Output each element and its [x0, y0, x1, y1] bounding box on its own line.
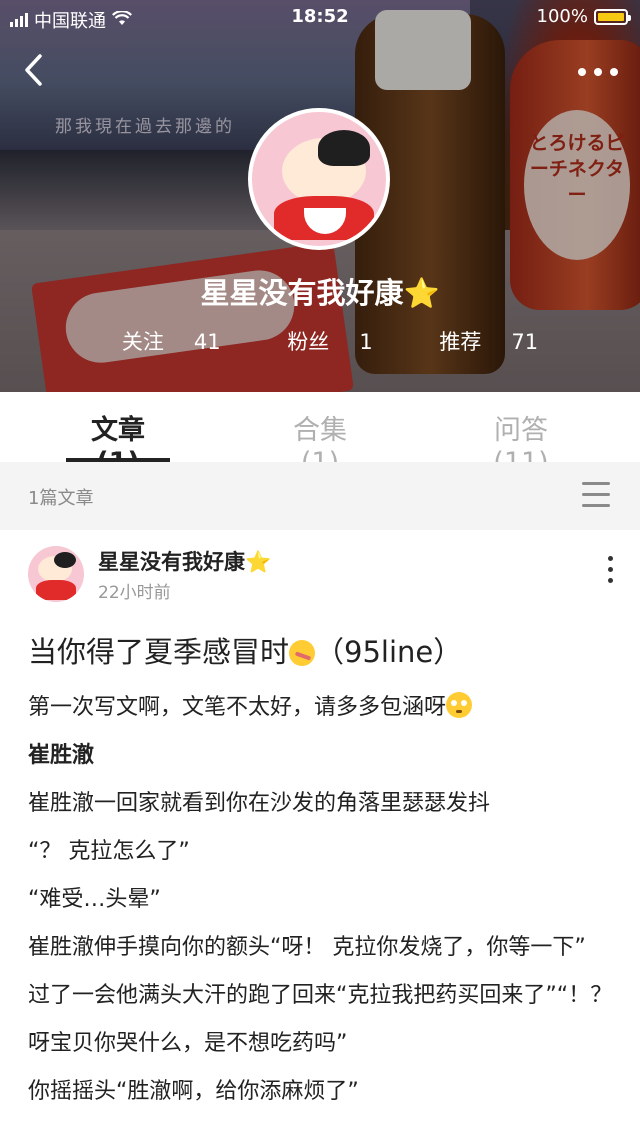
- post-title-text: 当你得了夏季感冒时: [28, 635, 290, 669]
- content-tabs: 文章 (1) 合集 (1) 问答 (11): [0, 392, 640, 478]
- battery-icon: [594, 8, 631, 25]
- post-line: 崔胜澈伸手摸向你的额头“呀！ 克拉你发烧了，你等一下”: [28, 935, 586, 960]
- stat-recommend-value: 71: [511, 330, 539, 354]
- star-emoji-icon: ⭐: [245, 550, 272, 574]
- list-toolbar: 1篇文章: [0, 462, 640, 530]
- post-author-name: 星星没有我好康: [98, 550, 245, 574]
- tab-qa[interactable]: 问答 (11): [468, 408, 574, 478]
- stat-recommend[interactable]: 推荐 71: [419, 330, 538, 354]
- post-line: 你摇摇头“胜澈啊，给你添麻烦了”: [28, 1079, 359, 1104]
- post-title-suffix: （95line）: [315, 635, 463, 669]
- profile-avatar[interactable]: [248, 108, 390, 250]
- post-line: 过了一会他满头大汗的跑了回来“克拉我把药买回来了”“！？ 呀宝贝你哭什么，是不想…: [28, 983, 613, 1056]
- stat-followers-label: 粉丝: [287, 330, 330, 354]
- post-line: “？ 克拉怎么了”: [28, 839, 190, 864]
- star-emoji-icon: ⭐: [403, 276, 440, 310]
- more-vertical-icon: [607, 556, 613, 561]
- status-bar: 中国联通 18:52 100%: [0, 0, 640, 36]
- post-timestamp: 22小时前: [98, 583, 171, 603]
- flushed-face-emoji-icon: [446, 692, 473, 718]
- back-button[interactable]: [22, 52, 58, 92]
- post-header: 星星没有我好康⭐ 22小时前: [0, 530, 640, 620]
- post-author[interactable]: 星星没有我好康⭐: [98, 546, 271, 576]
- more-horizontal-icon: [578, 68, 586, 76]
- battery-percent: 100%: [536, 6, 588, 27]
- stat-followers[interactable]: 粉丝 1: [267, 330, 372, 354]
- post-line-intro: 第一次写文啊，文笔不太好，请多多包涵呀: [28, 684, 618, 732]
- profile-header: 那我現在過去那邊的 とろけるピーチネクター 中国联通 18:52 100% 星星…: [0, 0, 640, 392]
- sick-face-emoji-icon: [289, 640, 316, 666]
- stat-following-value: 41: [193, 330, 221, 354]
- article-count: 1篇文章: [28, 488, 94, 509]
- tab-articles[interactable]: 文章 (1): [66, 408, 170, 478]
- profile-stats: 关注 41 粉丝 1 推荐 71: [0, 326, 640, 356]
- chevron-left-icon: [25, 54, 42, 86]
- list-menu-button[interactable]: [582, 482, 610, 508]
- post-author-avatar[interactable]: [28, 546, 84, 602]
- post-line: “难受…头晕”: [28, 887, 161, 912]
- hamburger-menu-icon: [582, 482, 610, 485]
- stat-following[interactable]: 关注 41: [102, 330, 221, 354]
- post-article[interactable]: 当你得了夏季感冒时 （95line） 第一次写文啊，文笔不太好，请多多包涵呀 崔胜…: [28, 628, 618, 1116]
- post-more-button[interactable]: [604, 556, 616, 590]
- stat-followers-value: 1: [359, 330, 373, 354]
- post-line-heading: 崔胜澈: [28, 743, 95, 768]
- username-text: 星星没有我好康: [200, 276, 404, 310]
- more-options-button[interactable]: [578, 58, 618, 86]
- status-right: 100%: [536, 6, 631, 27]
- stat-recommend-label: 推荐: [439, 330, 482, 354]
- post-line: 崔胜澈一回家就看到你在沙发的角落里瑟瑟发抖: [28, 791, 491, 816]
- profile-username: 星星没有我好康⭐: [0, 270, 640, 312]
- stat-following-label: 关注: [121, 330, 164, 354]
- post-line-intro-text: 第一次写文啊，文笔不太好，请多多包涵呀: [28, 695, 447, 720]
- tab-collections[interactable]: 合集 (1): [272, 408, 368, 478]
- post-title: 当你得了夏季感冒时 （95line）: [28, 628, 618, 676]
